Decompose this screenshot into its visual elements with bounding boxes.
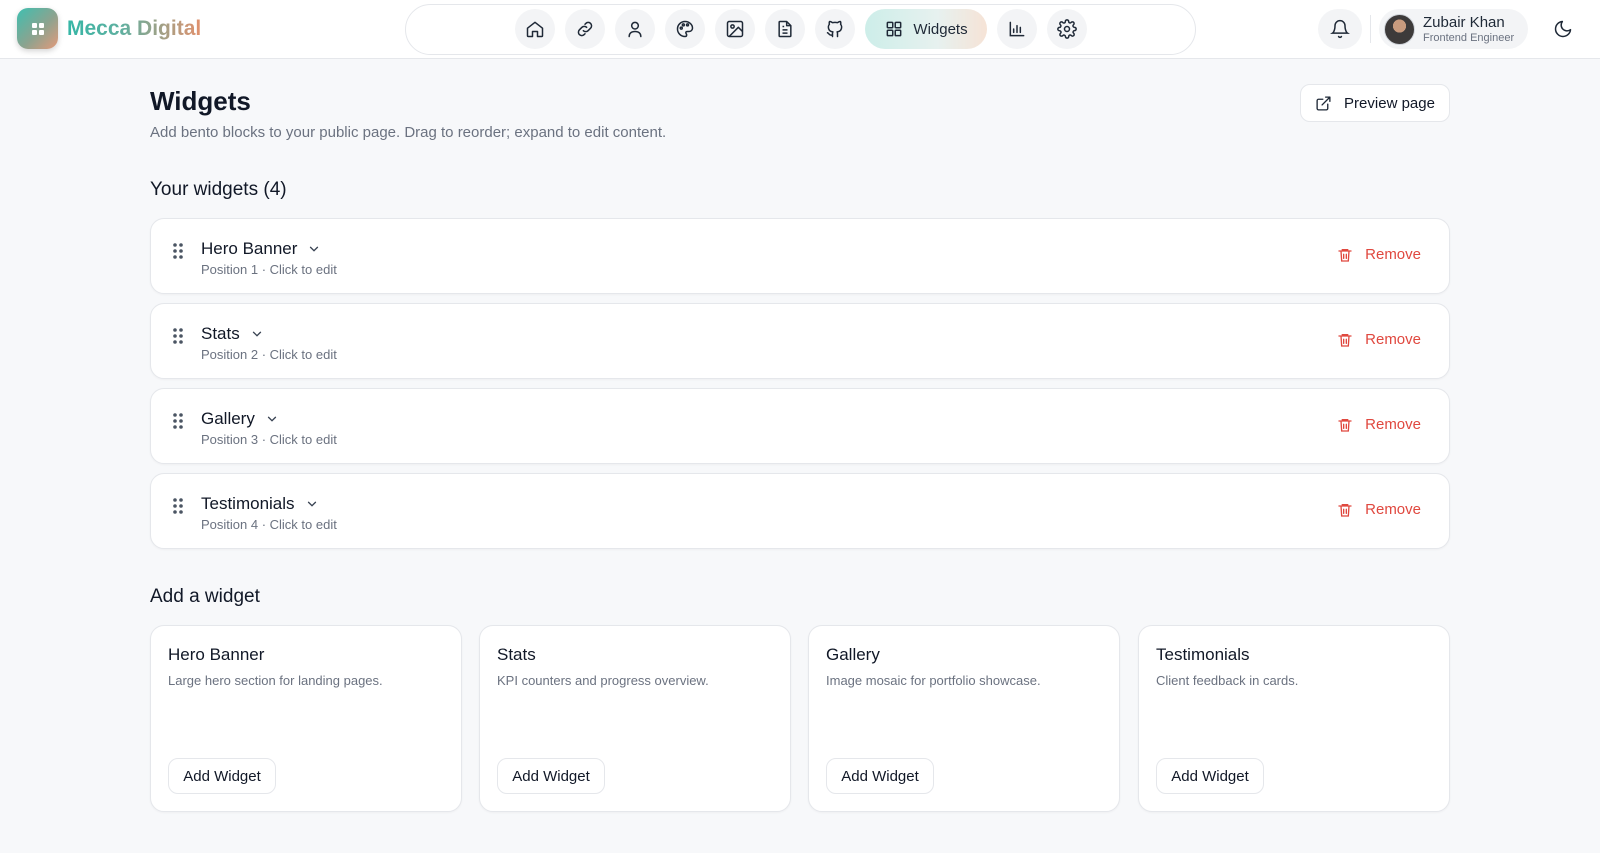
- nav-widgets-tab[interactable]: Widgets: [865, 9, 987, 49]
- document-icon: [778, 20, 792, 38]
- add-widget-heading: Add a widget: [150, 586, 260, 607]
- remove-widget-button[interactable]: Remove: [1337, 331, 1421, 348]
- widget-template-card: Stats KPI counters and progress overview…: [479, 625, 791, 812]
- nav-home-button[interactable]: [515, 9, 555, 49]
- nav-pages-button[interactable]: [765, 9, 805, 49]
- widget-row[interactable]: Stats Position 2 · Click to edit Remove: [150, 303, 1450, 379]
- chevron-down-icon[interactable]: [250, 327, 264, 341]
- widget-template-card: Hero Banner Large hero section for landi…: [150, 625, 462, 812]
- home-icon: [526, 21, 544, 38]
- notifications-button[interactable]: [1318, 9, 1362, 49]
- widget-row[interactable]: Testimonials Position 4 · Click to edit …: [150, 473, 1450, 549]
- add-widget-button[interactable]: Add Widget: [497, 758, 605, 794]
- widget-position: Position 3 · Click to edit: [201, 432, 337, 447]
- card-description: Large hero section for landing pages.: [168, 673, 383, 688]
- chevron-down-icon[interactable]: [265, 412, 279, 426]
- image-icon: [726, 20, 744, 38]
- user-name: Zubair Khan: [1423, 13, 1505, 31]
- widget-template-card: Gallery Image mosaic for portfolio showc…: [808, 625, 1120, 812]
- trash-icon: [1338, 333, 1352, 347]
- palette-icon: [676, 20, 694, 38]
- bar-chart-icon: [1009, 21, 1025, 37]
- user-role: Frontend Engineer: [1423, 31, 1515, 44]
- bell-icon: [1330, 19, 1350, 39]
- link-icon: [577, 21, 593, 37]
- user-icon: [628, 21, 642, 38]
- nav-theme-button[interactable]: [665, 9, 705, 49]
- external-link-icon: [1316, 95, 1331, 111]
- page-title: Widgets: [150, 86, 251, 116]
- nav-media-button[interactable]: [715, 9, 755, 49]
- remove-widget-button[interactable]: Remove: [1337, 246, 1421, 263]
- card-description: KPI counters and progress overview.: [497, 673, 709, 688]
- nav-profile-button[interactable]: [615, 9, 655, 49]
- card-title: Testimonials: [1156, 645, 1250, 664]
- remove-widget-button[interactable]: Remove: [1337, 416, 1421, 433]
- widget-row[interactable]: Gallery Position 3 · Click to edit Remov…: [150, 388, 1450, 464]
- your-widgets-heading: Your widgets (4): [150, 179, 287, 200]
- app-name: Mecca Digital: [67, 16, 202, 40]
- widget-title[interactable]: Stats: [201, 324, 264, 344]
- page-subtitle: Add bento blocks to your public page. Dr…: [150, 124, 667, 141]
- add-widget-button[interactable]: Add Widget: [1156, 758, 1264, 794]
- moon-icon[interactable]: [1553, 19, 1573, 39]
- widget-title[interactable]: Testimonials: [201, 494, 319, 514]
- nav-links-button[interactable]: [565, 9, 605, 49]
- grid-icon: [886, 21, 902, 37]
- add-widget-button[interactable]: Add Widget: [168, 758, 276, 794]
- github-icon: [826, 20, 843, 38]
- drag-handle-icon[interactable]: [171, 326, 185, 346]
- nav-analytics-button[interactable]: [997, 9, 1037, 49]
- app-logo-icon: [17, 8, 58, 49]
- drag-handle-icon[interactable]: [171, 411, 185, 431]
- preview-page-button[interactable]: Preview page: [1300, 84, 1450, 122]
- remove-widget-button[interactable]: Remove: [1337, 501, 1421, 518]
- widget-position: Position 2 · Click to edit: [201, 347, 337, 362]
- nav-widgets-label: Widgets: [913, 20, 968, 38]
- right-tools: Zubair Khan Frontend Engineer: [1318, 9, 1529, 49]
- trash-icon: [1338, 503, 1352, 517]
- nav-settings-button[interactable]: [1047, 9, 1087, 49]
- widget-position: Position 4 · Click to edit: [201, 517, 337, 532]
- nav-github-button[interactable]: [815, 9, 855, 49]
- trash-icon: [1338, 418, 1352, 432]
- card-description: Client feedback in cards.: [1156, 673, 1299, 688]
- toolbar-divider: [1370, 15, 1371, 43]
- gear-icon: [1057, 19, 1077, 39]
- drag-handle-icon[interactable]: [171, 241, 185, 261]
- brand[interactable]: Mecca Digital: [17, 8, 201, 49]
- card-description: Image mosaic for portfolio showcase.: [826, 673, 1041, 688]
- chevron-down-icon[interactable]: [305, 497, 319, 511]
- chevron-down-icon[interactable]: [307, 242, 321, 256]
- add-widget-button[interactable]: Add Widget: [826, 758, 934, 794]
- top-bar: Mecca Digital Widgets Zubair Khan Fronte…: [0, 0, 1600, 59]
- nav-items: Widgets: [515, 9, 1087, 49]
- card-title: Stats: [497, 645, 536, 664]
- user-menu[interactable]: Zubair Khan Frontend Engineer: [1379, 9, 1529, 49]
- card-title: Hero Banner: [168, 645, 265, 664]
- widget-title[interactable]: Gallery: [201, 409, 279, 429]
- widget-row[interactable]: Hero Banner Position 1 · Click to edit R…: [150, 218, 1450, 294]
- trash-icon: [1338, 248, 1352, 262]
- drag-handle-icon[interactable]: [171, 496, 185, 516]
- widget-position: Position 1 · Click to edit: [201, 262, 337, 277]
- preview-page-label: Preview page: [1344, 94, 1435, 112]
- widget-template-card: Testimonials Client feedback in cards. A…: [1138, 625, 1450, 812]
- avatar: [1384, 13, 1415, 45]
- card-title: Gallery: [826, 645, 880, 664]
- widget-title[interactable]: Hero Banner: [201, 239, 321, 259]
